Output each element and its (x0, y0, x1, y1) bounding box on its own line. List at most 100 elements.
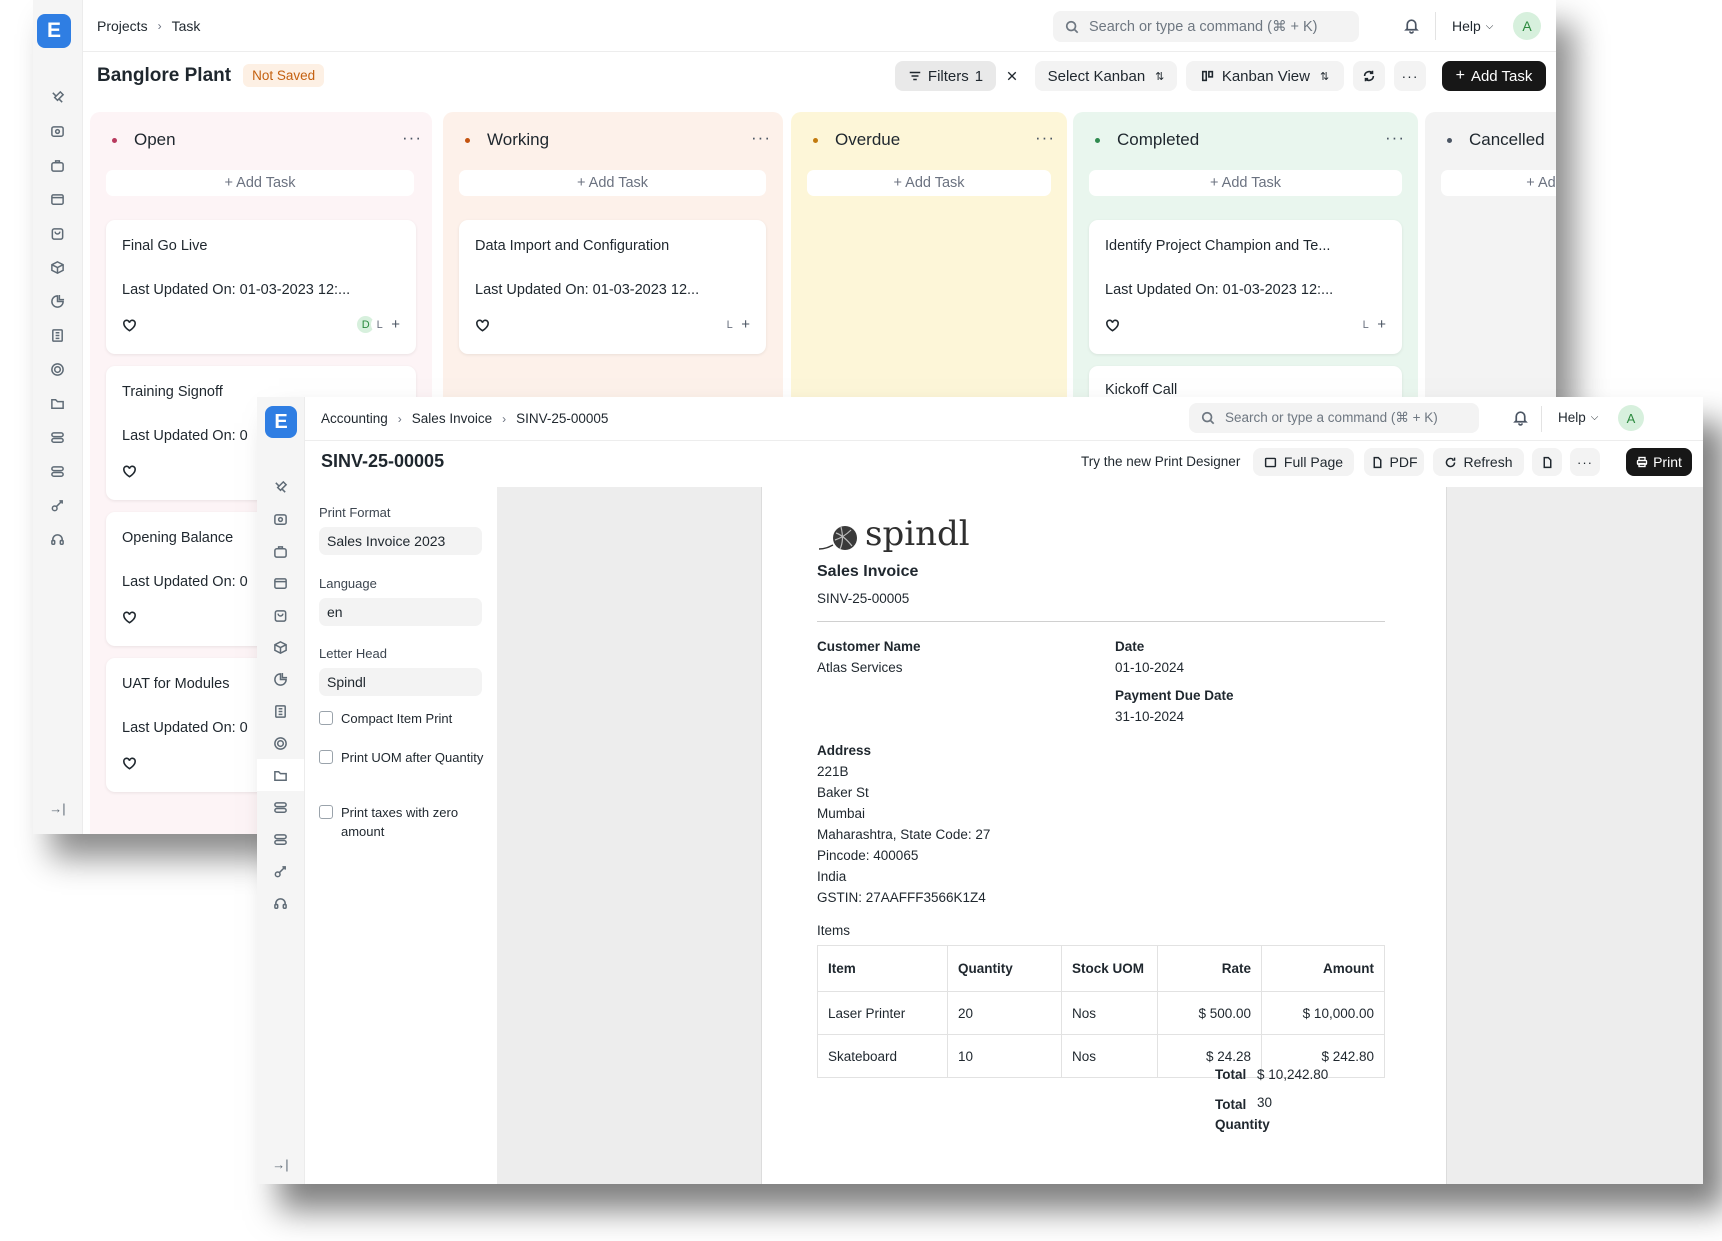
tools-icon[interactable] (33, 80, 82, 114)
app-logo[interactable]: E (37, 14, 71, 48)
collapse-sidebar-icon[interactable]: →| (33, 801, 82, 816)
avatar[interactable]: A (1513, 12, 1541, 40)
print-uom-checkbox[interactable]: Print UOM after Quantity (319, 748, 484, 767)
building-icon[interactable] (33, 318, 82, 352)
server-icon[interactable] (33, 454, 82, 488)
toggle-icon[interactable] (33, 420, 82, 454)
more-button[interactable]: ··· (1394, 61, 1426, 91)
accounting-icon[interactable] (33, 114, 82, 148)
kanban-card[interactable]: Identify Project Champion and Te... Last… (1089, 220, 1402, 354)
support-icon[interactable] (33, 522, 82, 556)
clear-filters-button[interactable] (997, 61, 1027, 91)
accounting-icon[interactable] (257, 503, 304, 535)
add-assignee-icon[interactable]: + (741, 316, 750, 333)
more-button[interactable]: ··· (1570, 448, 1600, 476)
breadcrumb-projects[interactable]: Projects (97, 18, 148, 34)
refresh-button[interactable] (1353, 61, 1385, 91)
kanban-card[interactable]: Final Go Live Last Updated On: 01-03-202… (106, 220, 416, 354)
column-header: Completed (1095, 130, 1199, 150)
target-icon[interactable] (257, 727, 304, 759)
avatar[interactable]: L (371, 316, 389, 333)
kanban-view-button[interactable]: Kanban View ⇅ (1186, 61, 1344, 91)
box-icon[interactable] (257, 631, 304, 663)
card-icon[interactable] (257, 567, 304, 599)
support-icon[interactable] (257, 887, 304, 919)
avatar[interactable]: A (1618, 405, 1644, 431)
checkbox[interactable] (319, 711, 333, 725)
kanban-column-working: Working ··· + Add Task Data Import and C… (443, 112, 783, 412)
column-add-task[interactable]: + Add Task (807, 170, 1051, 196)
box-icon[interactable] (33, 250, 82, 284)
add-assignee-icon[interactable]: + (391, 316, 400, 333)
bell-icon[interactable] (1512, 409, 1529, 431)
app-logo[interactable]: E (265, 406, 297, 438)
column-menu-icon[interactable]: ··· (1035, 128, 1055, 148)
table-cell: $ 10,000.00 (1261, 991, 1385, 1035)
briefcase-icon[interactable] (33, 148, 82, 182)
column-menu-icon[interactable]: ··· (1385, 128, 1405, 148)
pdf-label: PDF (1389, 454, 1418, 470)
print-format-select[interactable]: Sales Invoice 2023 (319, 527, 482, 555)
document-button[interactable] (1532, 448, 1562, 476)
select-kanban-button[interactable]: Select Kanban ⇅ (1035, 61, 1177, 91)
search-bar[interactable]: Search or type a command (⌘ + K) (1189, 403, 1479, 433)
checkbox[interactable] (319, 750, 333, 764)
add-task-button[interactable]: + Add Task (1442, 61, 1546, 91)
server-icon[interactable] (257, 823, 304, 855)
column-menu-icon[interactable]: ··· (751, 128, 771, 148)
avatar[interactable]: L (1357, 316, 1374, 333)
heart-icon[interactable] (122, 318, 137, 338)
breadcrumb-task[interactable]: Task (172, 18, 201, 34)
search-bar[interactable]: Search or type a command (⌘ + K) (1053, 11, 1359, 42)
compact-item-print-checkbox[interactable]: Compact Item Print (319, 709, 484, 728)
integration-icon[interactable] (33, 488, 82, 522)
tools-icon[interactable] (257, 471, 304, 503)
column-add-task[interactable]: + Add Task (459, 170, 766, 196)
collapse-sidebar-icon[interactable]: →| (257, 1157, 304, 1172)
folder-icon[interactable] (257, 759, 304, 791)
kanban-card[interactable]: Data Import and Configuration Last Updat… (459, 220, 766, 354)
help-dropdown[interactable]: Help ⌵ (1452, 18, 1493, 34)
add-assignee-icon[interactable]: + (1377, 316, 1386, 333)
checkbox-label: Compact Item Print (341, 711, 453, 726)
column-add-task[interactable]: + Add Task (106, 170, 414, 196)
folder-icon[interactable] (33, 386, 82, 420)
checkbox[interactable] (319, 805, 333, 819)
integration-icon[interactable] (257, 855, 304, 887)
try-print-designer-link[interactable]: Try the new Print Designer (1081, 454, 1240, 469)
filter-icon (909, 71, 921, 81)
card-icon[interactable] (33, 182, 82, 216)
letter-head-select[interactable]: Spindl (319, 668, 482, 696)
breadcrumb-accounting[interactable]: Accounting (321, 411, 388, 426)
language-select[interactable]: en (319, 598, 482, 626)
column-add-task[interactable]: + Add Task (1089, 170, 1402, 196)
building-icon[interactable] (257, 695, 304, 727)
pie-icon[interactable] (257, 663, 304, 695)
bag-icon[interactable] (33, 216, 82, 250)
target-icon[interactable] (33, 352, 82, 386)
print-button[interactable]: Print (1626, 448, 1692, 476)
print-zero-taxes-checkbox[interactable]: Print taxes with zero amount (319, 803, 484, 841)
bell-icon[interactable] (1403, 17, 1420, 39)
toggle-icon[interactable] (257, 791, 304, 823)
breadcrumb-invoice-id[interactable]: SINV-25-00005 (516, 411, 608, 426)
pie-icon[interactable] (33, 284, 82, 318)
pdf-button[interactable]: PDF (1364, 448, 1424, 476)
briefcase-icon[interactable] (257, 535, 304, 567)
bag-icon[interactable] (257, 599, 304, 631)
heart-icon[interactable] (475, 318, 490, 338)
column-header: Amount (1261, 945, 1385, 992)
help-dropdown[interactable]: Help ⌵ (1558, 410, 1598, 425)
full-page-button[interactable]: Full Page (1253, 448, 1354, 476)
column-add-task[interactable]: + Ad (1441, 170, 1556, 196)
heart-icon[interactable] (1105, 318, 1120, 338)
breadcrumb-sales-invoice[interactable]: Sales Invoice (412, 411, 492, 426)
column-menu-icon[interactable]: ··· (402, 128, 422, 148)
heart-icon[interactable] (122, 610, 137, 630)
heart-icon[interactable] (122, 464, 137, 484)
filters-button[interactable]: Filters 1 (895, 61, 996, 91)
avatar[interactable]: L (721, 316, 738, 333)
column-header: Item (817, 945, 948, 992)
heart-icon[interactable] (122, 756, 137, 776)
refresh-button[interactable]: Refresh (1433, 448, 1524, 476)
